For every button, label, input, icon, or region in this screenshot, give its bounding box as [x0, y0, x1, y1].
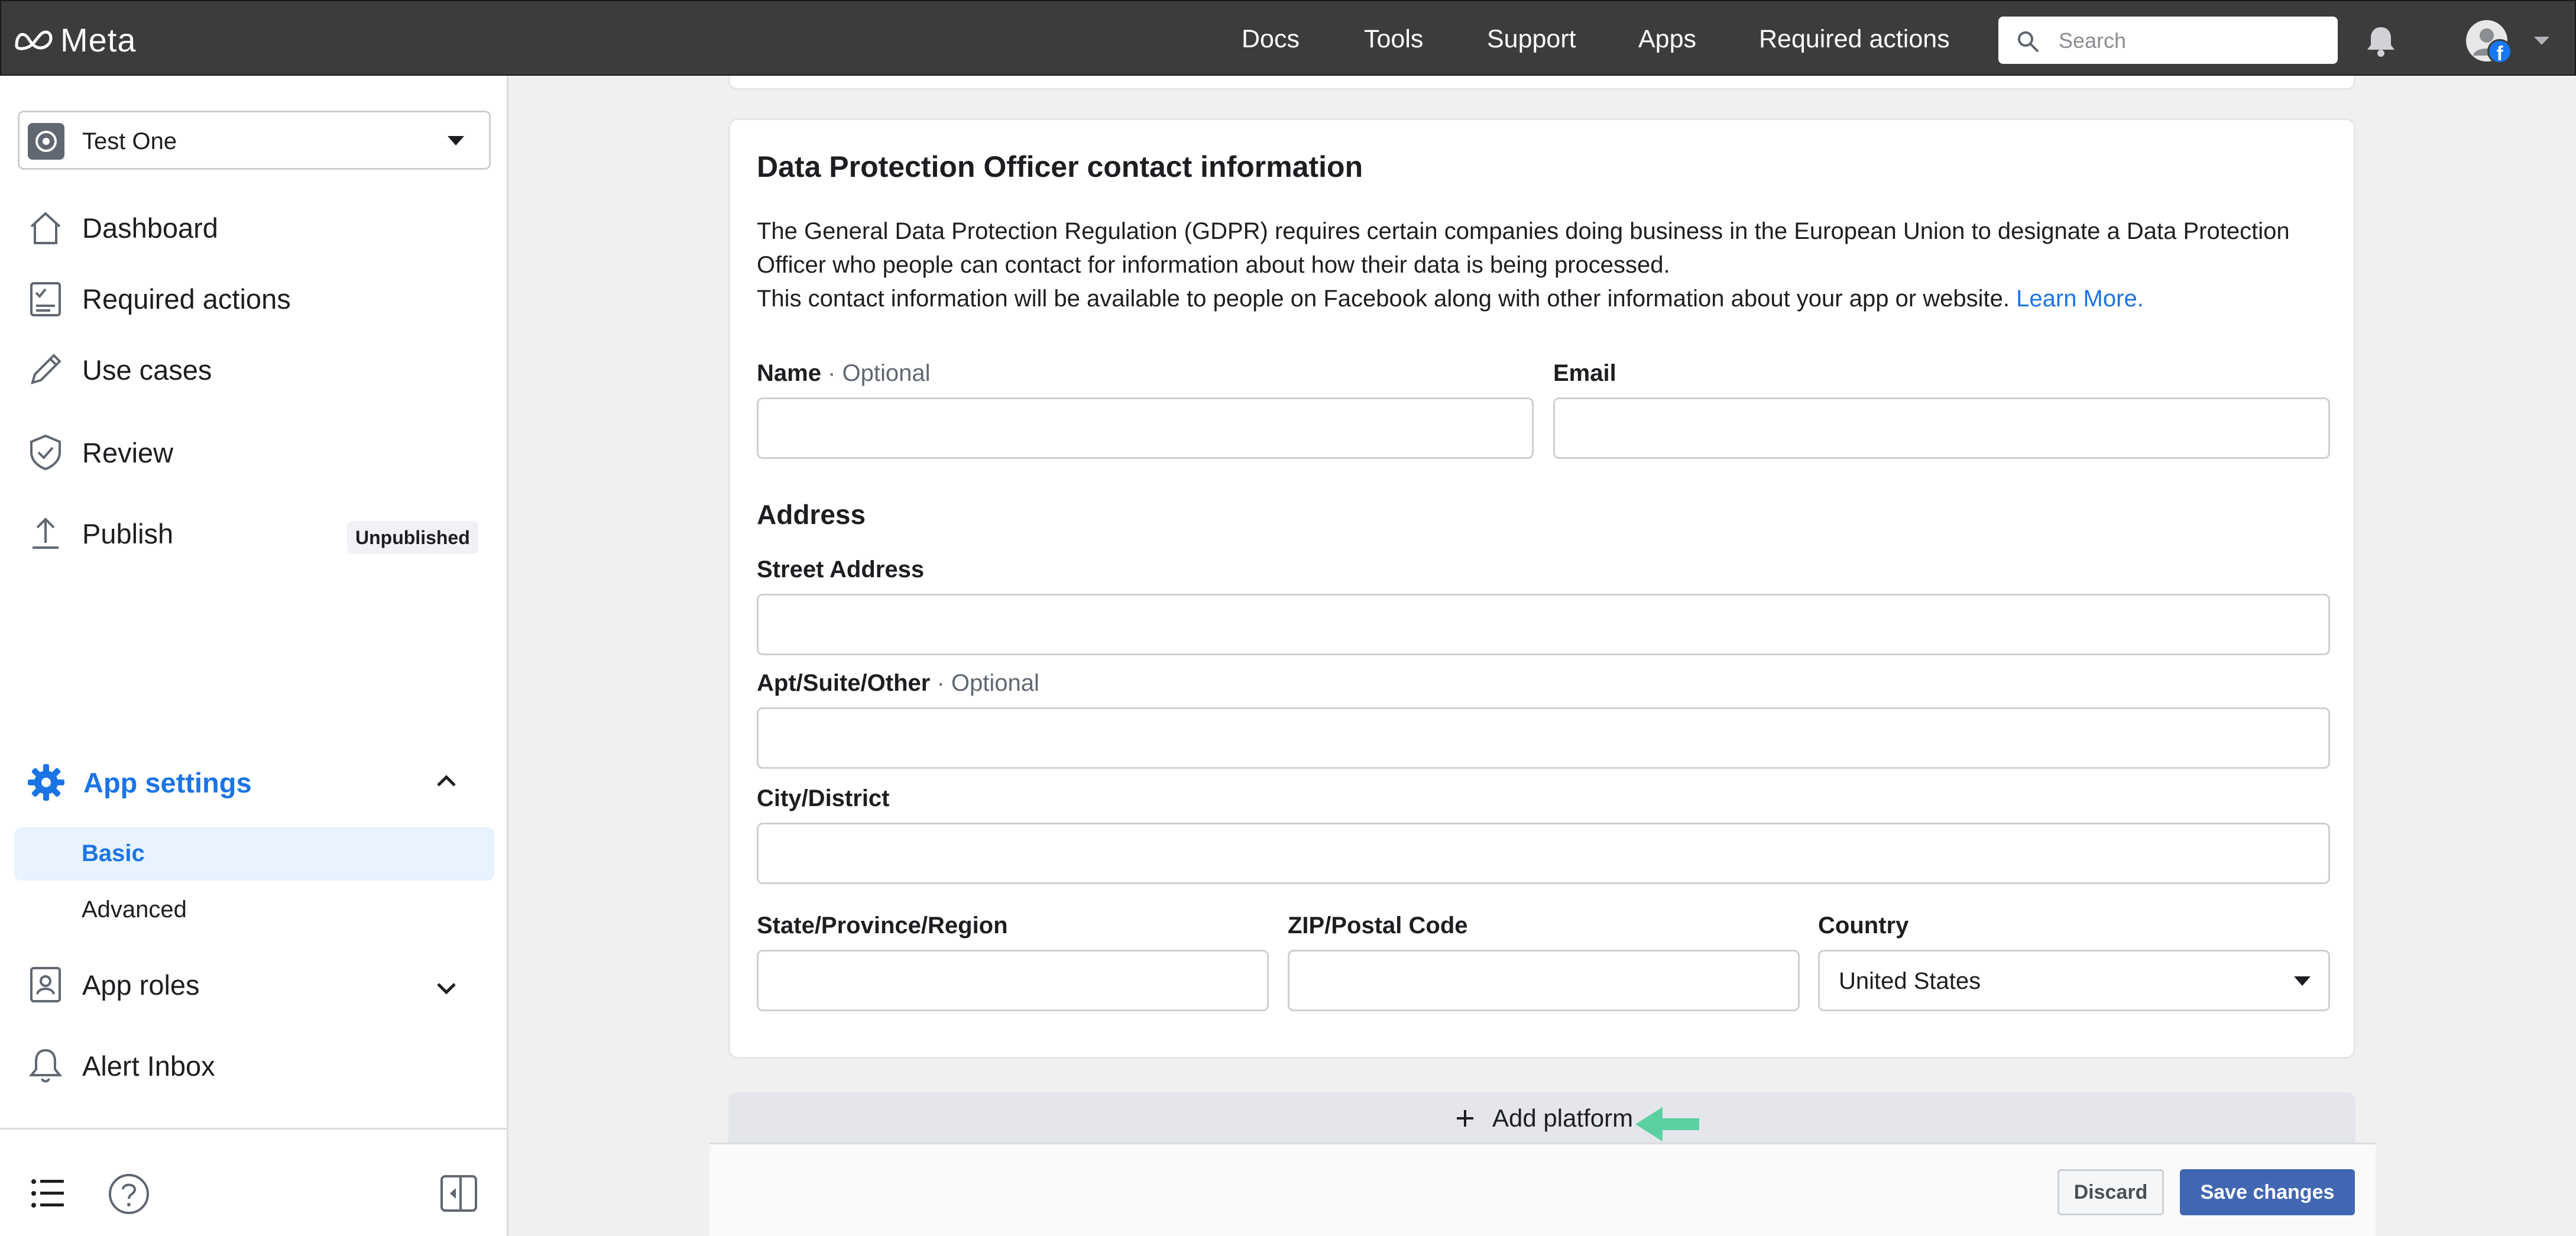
- sidebar-subitem-advanced[interactable]: Advanced: [82, 897, 187, 923]
- search-input[interactable]: [2057, 25, 2320, 57]
- top-navigation-bar: Meta Docs Tools Support Apps Required ac…: [0, 0, 2576, 76]
- nav-required-actions[interactable]: Required actions: [1759, 25, 1950, 54]
- search-icon: [2018, 31, 2039, 52]
- sidebar-item-review[interactable]: Review: [27, 433, 173, 471]
- apt-suite-label: Apt/Suite/Other · Optional: [757, 670, 1039, 697]
- state-province-field[interactable]: [757, 950, 1269, 1011]
- plus-icon: [1457, 1110, 1473, 1127]
- sidebar-item-app-settings[interactable]: App settings: [27, 763, 252, 802]
- status-badge: Unpublished: [347, 521, 478, 554]
- sidebar-subitem-basic[interactable]: Basic: [14, 827, 494, 881]
- learn-more-link[interactable]: Learn More.: [2016, 286, 2144, 312]
- email-field[interactable]: [1553, 397, 2330, 459]
- sidebar-item-label: App settings: [83, 766, 252, 798]
- arrow-left-icon: [1635, 1107, 1699, 1141]
- help-icon[interactable]: [108, 1173, 150, 1215]
- street-address-field[interactable]: [757, 594, 2330, 655]
- state-province-label: State/Province/Region: [757, 913, 1008, 939]
- sidebar-item-use-cases[interactable]: Use cases: [27, 351, 212, 389]
- sidebar-item-publish[interactable]: Publish: [27, 515, 173, 552]
- save-changes-button[interactable]: Save changes: [2180, 1169, 2355, 1215]
- sidebar-item-label: Dashboard: [82, 212, 218, 244]
- name-label: Name · Optional: [757, 360, 930, 387]
- previous-card-bottom: [728, 76, 2355, 90]
- meta-logo-icon: [15, 30, 53, 50]
- nav-apps[interactable]: Apps: [1638, 25, 1696, 54]
- chevron-up-icon[interactable]: [435, 774, 458, 789]
- sidebar-divider: [0, 1128, 507, 1130]
- sidebar-item-label: Review: [82, 436, 174, 468]
- apt-suite-label-text: Apt/Suite/Other: [757, 670, 931, 696]
- country-select[interactable]: United States: [1818, 950, 2330, 1011]
- gdpr-description-line-2: Officer who people can contact for infor…: [757, 252, 1670, 278]
- section-title: Data Protection Officer contact informat…: [757, 150, 1363, 183]
- meta-wordmark: Meta: [60, 21, 137, 59]
- chevron-down-icon[interactable]: [435, 981, 458, 996]
- bell-icon[interactable]: [2364, 25, 2398, 58]
- optional-marker: · Optional: [930, 670, 1039, 696]
- facebook-badge-icon: f: [2487, 39, 2512, 65]
- nav-support[interactable]: Support: [1487, 25, 1576, 54]
- caret-down-icon: [2294, 976, 2311, 986]
- gdpr-description-text: This contact information will be availab…: [757, 286, 2010, 312]
- bell-outline-icon: [28, 1049, 63, 1083]
- gdpr-description-line-3: This contact information will be availab…: [757, 286, 2144, 312]
- street-address-label: Street Address: [757, 556, 925, 583]
- gdpr-description-line-1: The General Data Protection Regulation (…: [757, 218, 2290, 244]
- meta-logo[interactable]: Meta: [13, 19, 137, 60]
- checklist-icon: [30, 282, 61, 316]
- sidebar-item-label: Required actions: [82, 283, 291, 315]
- sidebar: Test One Dashboard Required actions Use …: [0, 76, 508, 1236]
- address-heading: Address: [757, 499, 866, 530]
- upload-icon: [33, 517, 59, 549]
- nav-docs[interactable]: Docs: [1242, 25, 1300, 54]
- name-field[interactable]: [757, 397, 1534, 459]
- chevron-down-icon: [448, 136, 464, 145]
- email-label: Email: [1553, 360, 1616, 386]
- country-selected-value: United States: [1839, 968, 1981, 994]
- sidebar-item-label: App roles: [82, 969, 200, 1001]
- apt-suite-field[interactable]: [757, 707, 2330, 769]
- list-icon[interactable]: [31, 1177, 65, 1210]
- sidebar-item-label: Basic: [82, 840, 145, 866]
- city-district-label: City/District: [757, 785, 890, 811]
- pencil-icon: [31, 354, 61, 384]
- search-box[interactable]: [1998, 17, 2338, 64]
- gear-icon: [28, 764, 64, 801]
- dpo-contact-card: Data Protection Officer contact informat…: [728, 118, 2355, 1059]
- caret-down-icon[interactable]: [2533, 35, 2551, 46]
- sidebar-item-label: Publish: [82, 517, 174, 549]
- shield-check-icon: [30, 434, 61, 471]
- sidebar-item-dashboard[interactable]: Dashboard: [27, 209, 218, 247]
- add-platform-button[interactable]: Add platform: [728, 1092, 2355, 1146]
- sidebar-item-label: Use cases: [82, 354, 212, 386]
- optional-marker: · Optional: [821, 360, 931, 386]
- app-selector-dropdown[interactable]: Test One: [18, 111, 491, 170]
- app-gear-icon: [28, 123, 64, 160]
- action-footer: Discard Save changes: [709, 1143, 2376, 1236]
- zip-postal-field[interactable]: [1288, 950, 1800, 1011]
- sidebar-item-required-actions[interactable]: Required actions: [27, 280, 291, 318]
- name-label-text: Name: [757, 360, 821, 386]
- add-platform-label: Add platform: [1492, 1104, 1634, 1132]
- id-badge-icon: [30, 967, 61, 1002]
- country-label: Country: [1818, 913, 1909, 939]
- nav-tools[interactable]: Tools: [1364, 25, 1423, 54]
- home-icon: [30, 212, 61, 244]
- zip-postal-label: ZIP/Postal Code: [1288, 913, 1468, 939]
- sidebar-item-app-roles[interactable]: App roles: [27, 966, 200, 1004]
- sidebar-item-label: Alert Inbox: [82, 1050, 215, 1082]
- discard-button[interactable]: Discard: [2057, 1169, 2164, 1215]
- collapse-sidebar-icon[interactable]: [439, 1174, 478, 1213]
- city-district-field[interactable]: [757, 823, 2330, 884]
- sidebar-item-alert-inbox[interactable]: Alert Inbox: [27, 1047, 215, 1085]
- app-name: Test One: [82, 128, 177, 154]
